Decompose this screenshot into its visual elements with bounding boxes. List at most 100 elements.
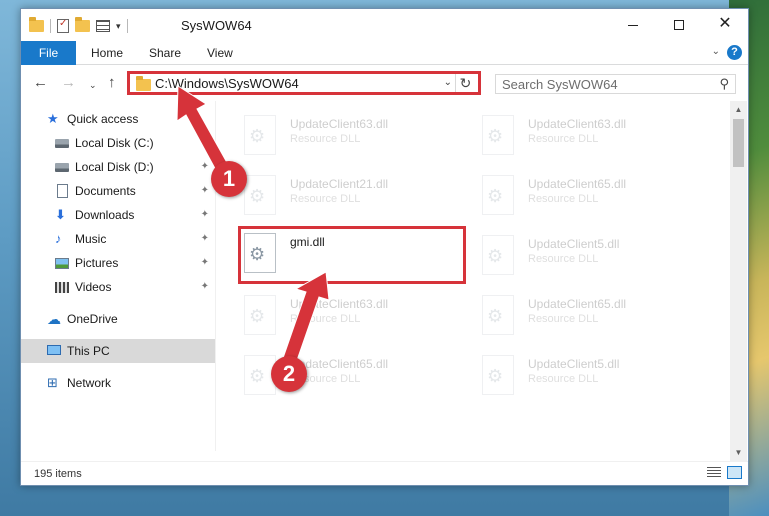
dll-file-icon [244, 295, 276, 335]
pin-icon[interactable]: ✦ [201, 251, 209, 275]
back-button[interactable]: ← [33, 74, 48, 92]
file-type: Resource DLL [528, 133, 599, 145]
window-title: SysWOW64 [181, 18, 252, 33]
step-2-badge: 2 [271, 356, 307, 392]
nav-item-videos[interactable]: Videos ✦ [21, 275, 215, 299]
nav-item-documents[interactable]: Documents ✦ [21, 179, 215, 203]
pictures-icon [55, 258, 69, 269]
tab-home[interactable]: Home [91, 41, 123, 65]
title-bar: ▾ SysWOW64 ✕ [21, 9, 748, 41]
details-view-icon[interactable] [707, 467, 721, 479]
ribbon-tabs: File Home Share View ⌄ ? [21, 41, 748, 65]
recent-locations-chevron-icon[interactable]: ⌄ [89, 76, 97, 94]
maximize-button[interactable] [656, 9, 702, 39]
address-bar[interactable]: C:\Windows\SysWOW64 ⌄ ↻ [127, 71, 481, 95]
file-type: Resource DLL [528, 253, 599, 265]
new-folder-icon[interactable] [75, 17, 90, 32]
network-icon: ⊞ [47, 375, 58, 390]
address-row: ← → ⌄ ↑ C:\Windows\SysWOW64 ⌄ ↻ ⚲ [21, 66, 748, 100]
file-name: UpdateClient5.dll [528, 237, 620, 251]
layout-icon[interactable] [96, 20, 110, 32]
toolbar-divider [50, 19, 51, 33]
refresh-icon[interactable]: ↻ [455, 74, 475, 92]
nav-label: Network [67, 376, 112, 390]
nav-item-local-disk-d[interactable]: Local Disk (D:) ✦ [21, 155, 215, 179]
close-button[interactable]: ✕ [702, 9, 748, 39]
nav-item-local-disk-c[interactable]: Local Disk (C:) ✦ [21, 131, 215, 155]
nav-item-pictures[interactable]: Pictures ✦ [21, 251, 215, 275]
dll-file-icon [482, 175, 514, 215]
folder-icon [29, 17, 44, 32]
tab-view[interactable]: View [207, 41, 233, 65]
address-path[interactable]: C:\Windows\SysWOW64 [155, 76, 299, 91]
help-icon[interactable]: ? [727, 45, 742, 60]
nav-label: Downloads [75, 208, 135, 222]
tab-file[interactable]: File [21, 41, 76, 65]
file-name: UpdateClient63.dll [290, 297, 389, 311]
pin-icon[interactable]: ✦ [201, 131, 209, 155]
minimize-button[interactable] [610, 9, 656, 39]
pin-icon[interactable]: ✦ [201, 227, 209, 251]
nav-item-downloads[interactable]: ⬇ Downloads ✦ [21, 203, 215, 227]
toolbar-divider [126, 19, 128, 33]
minimize-icon [628, 24, 638, 26]
nav-label: This PC [67, 344, 110, 358]
file-name: UpdateClient63.dll [290, 117, 389, 131]
nav-network[interactable]: ⊞ Network [21, 371, 215, 395]
pin-icon[interactable]: ✦ [201, 155, 209, 179]
pin-icon[interactable]: ✦ [201, 179, 209, 203]
search-box[interactable]: ⚲ [495, 74, 736, 94]
up-button[interactable]: ↑ [108, 74, 116, 92]
nav-quick-access[interactable]: ★ Quick access [21, 107, 215, 131]
file-tile[interactable]: UpdateClient5.dll Resource DLL [478, 233, 708, 281]
pin-icon[interactable]: ✦ [201, 203, 209, 227]
status-bar: 195 items [21, 461, 748, 485]
forward-button[interactable]: → [61, 74, 76, 92]
file-tile[interactable]: UpdateClient5.dll Resource DLL [478, 353, 708, 401]
dll-file-icon [482, 235, 514, 275]
drive-icon [55, 163, 69, 172]
file-tile[interactable]: UpdateClient65.dll Resource DLL [478, 173, 708, 221]
file-tile[interactable]: UpdateClient65.dll Resource DLL [478, 293, 708, 341]
file-name: UpdateClient5.dll [528, 357, 620, 371]
scroll-up-arrow-icon[interactable]: ▲ [730, 101, 747, 118]
file-type: Resource DLL [290, 313, 361, 325]
file-tile[interactable]: UpdateClient63.dll Resource DLL [478, 113, 708, 161]
nav-item-music[interactable]: ♪ Music ✦ [21, 227, 215, 251]
documents-icon [57, 184, 68, 198]
file-name: UpdateClient65.dll [528, 177, 627, 191]
file-type: Resource DLL [528, 193, 599, 205]
nav-label: Documents [75, 184, 136, 198]
pane-divider [215, 101, 216, 451]
dll-file-icon [482, 355, 514, 395]
music-icon: ♪ [55, 231, 62, 246]
scroll-thumb[interactable] [733, 119, 744, 167]
nav-label: Music [75, 232, 107, 246]
nav-label: Quick access [67, 112, 139, 126]
nav-this-pc[interactable]: This PC [21, 339, 215, 363]
dll-file-icon [482, 295, 514, 335]
tiles-view-icon[interactable] [727, 466, 742, 479]
pin-icon[interactable]: ✦ [201, 275, 209, 299]
file-type: Resource DLL [290, 193, 361, 205]
nav-onedrive[interactable]: ☁ OneDrive [21, 307, 215, 331]
file-tile[interactable]: UpdateClient21.dll Resource DLL [240, 173, 470, 221]
gmi-dll-highlight-box [238, 226, 466, 284]
file-tile[interactable]: UpdateClient63.dll Resource DLL [240, 293, 470, 341]
expand-ribbon-chevron-icon[interactable]: ⌄ [712, 46, 720, 57]
dll-file-icon [482, 115, 514, 155]
videos-icon [55, 282, 69, 293]
file-type: Resource DLL [528, 313, 599, 325]
step-1-badge: 1 [211, 161, 247, 197]
search-icon[interactable]: ⚲ [719, 76, 729, 92]
search-input[interactable] [496, 75, 696, 93]
customize-toolbar-caret-icon[interactable]: ▾ [116, 21, 121, 32]
vertical-scrollbar[interactable]: ▲ ▼ [730, 101, 747, 461]
properties-icon[interactable] [57, 18, 69, 33]
nav-label: Local Disk (C:) [75, 136, 154, 150]
file-type: Resource DLL [290, 133, 361, 145]
tab-share[interactable]: Share [149, 41, 181, 65]
scroll-down-arrow-icon[interactable]: ▼ [730, 444, 747, 461]
file-tile[interactable]: UpdateClient63.dll Resource DLL [240, 113, 470, 161]
address-dropdown-chevron-icon[interactable]: ⌄ [444, 77, 452, 88]
